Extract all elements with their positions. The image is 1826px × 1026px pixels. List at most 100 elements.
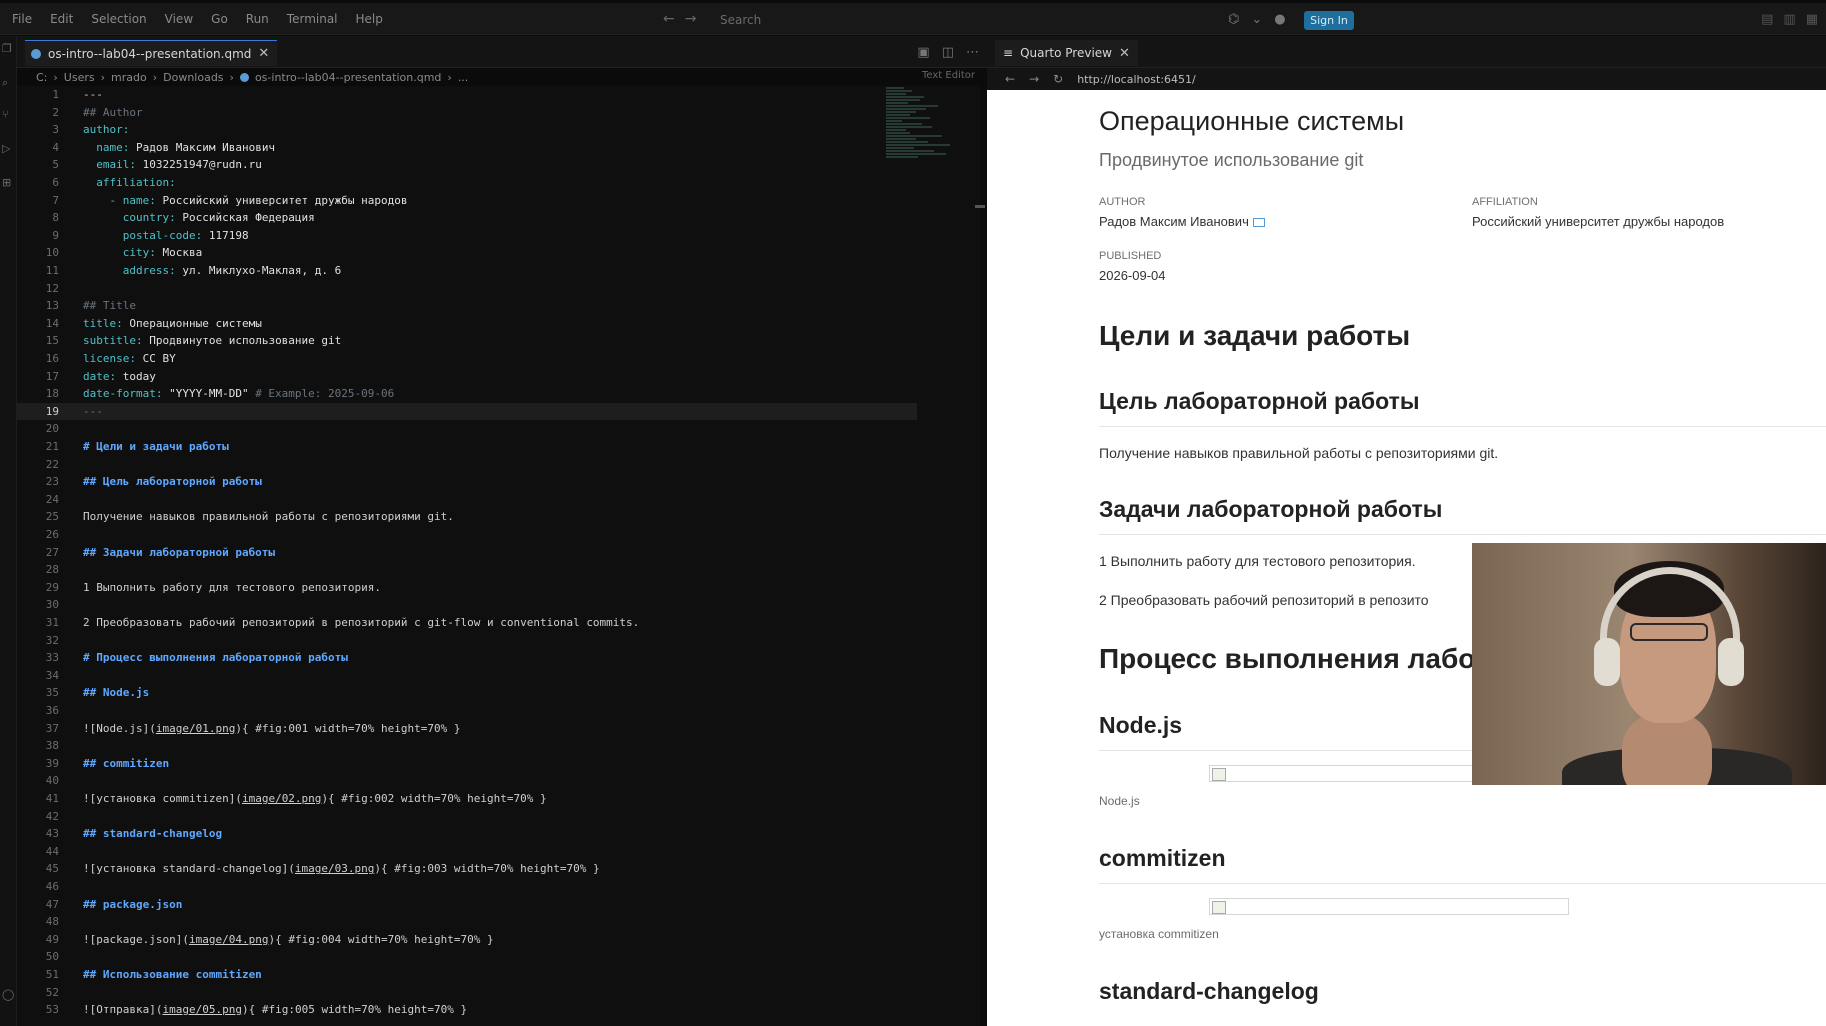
toggle-sidebar-icon[interactable]: ▤ bbox=[1761, 12, 1773, 27]
code-line[interactable]: 16 license: CC BY bbox=[17, 350, 917, 368]
code-line[interactable]: 44 bbox=[17, 843, 917, 861]
tab-quarto-preview[interactable]: ≡ Quarto Preview ✕ bbox=[995, 40, 1138, 66]
code-line[interactable]: 42 bbox=[17, 808, 917, 826]
code-line[interactable]: 23 ## Цель лабораторной работы bbox=[17, 473, 917, 491]
code-line[interactable]: 31 2 Преобразовать рабочий репозиторий в … bbox=[17, 614, 917, 632]
extensions-icon[interactable]: ⊞ bbox=[2, 176, 11, 189]
code-line[interactable]: 10 city: Москва bbox=[17, 244, 917, 262]
code-line[interactable]: 29 1 Выполнить работу для тестового репоз… bbox=[17, 579, 917, 597]
forward-arrow-icon[interactable]: → bbox=[1029, 72, 1039, 86]
toggle-panel-icon[interactable]: ▥ bbox=[1783, 12, 1795, 27]
code-line[interactable]: 9 postal-code: 117198 bbox=[17, 227, 917, 245]
code-line[interactable]: 19 --- bbox=[17, 402, 917, 421]
source-control-icon[interactable]: ⑂ bbox=[2, 108, 9, 121]
code-line[interactable]: 51 ## Использование commitizen bbox=[17, 966, 917, 984]
code-line[interactable]: 20 bbox=[17, 420, 917, 438]
customize-layout-icon[interactable]: ▦ bbox=[1806, 12, 1818, 27]
code-line[interactable]: 45 ![установка standard-changelog](image/… bbox=[17, 860, 917, 878]
code-line[interactable]: 50 bbox=[17, 948, 917, 966]
code-line[interactable]: 7 - name: Российский университет дружбы … bbox=[17, 192, 917, 210]
account-icon[interactable]: ◯ bbox=[2, 988, 14, 1001]
code-line[interactable]: 24 bbox=[17, 491, 917, 509]
menu-go[interactable]: Go bbox=[202, 12, 237, 26]
code-line[interactable]: 26 bbox=[17, 526, 917, 544]
code-line[interactable]: 11 address: ул. Миклухо-Маклая, д. 6 bbox=[17, 262, 917, 280]
breadcrumb-users[interactable]: Users bbox=[64, 71, 95, 84]
code-line[interactable]: 1 --- bbox=[17, 86, 917, 104]
breadcrumb-file[interactable]: os-intro--lab04--presentation.qmd bbox=[255, 71, 441, 84]
tab-presentation-qmd[interactable]: os-intro--lab04--presentation.qmd ✕ bbox=[25, 40, 278, 66]
editor-scrollbar[interactable] bbox=[975, 205, 985, 208]
code-line[interactable]: 18 date-format: "YYYY-MM-DD" # Example: 2… bbox=[17, 385, 917, 403]
code-line[interactable]: 2 ## Author bbox=[17, 104, 917, 122]
back-arrow-icon[interactable]: ← bbox=[1005, 72, 1015, 86]
code-line[interactable]: 14 title: Операционные системы bbox=[17, 315, 917, 333]
close-icon[interactable]: ✕ bbox=[1119, 46, 1130, 61]
chevron-down-icon[interactable]: ⌄ bbox=[1251, 12, 1262, 27]
code-line[interactable]: 37 ![Node.js](image/01.png){ #fig:001 wid… bbox=[17, 720, 917, 738]
menu-edit[interactable]: Edit bbox=[41, 12, 82, 26]
code-line[interactable]: 43 ## standard-changelog bbox=[17, 825, 917, 843]
menu-help[interactable]: Help bbox=[347, 12, 392, 26]
mail-icon[interactable] bbox=[1252, 218, 1265, 228]
code-line[interactable]: 32 bbox=[17, 632, 917, 650]
code-line[interactable]: 25 Получение навыков правильной работы с … bbox=[17, 508, 917, 526]
breadcrumb-downloads[interactable]: Downloads bbox=[163, 71, 223, 84]
code-line[interactable]: 33 # Процесс выполнения лабораторной рабо… bbox=[17, 649, 917, 667]
code-line[interactable]: 5 email: 1032251947@rudn.ru bbox=[17, 156, 917, 174]
code-line[interactable]: 41 ![установка commitizen](image/02.png){… bbox=[17, 790, 917, 808]
text-editor-label[interactable]: Text Editor bbox=[922, 70, 975, 81]
code-line[interactable]: 6 affiliation: bbox=[17, 174, 917, 192]
explorer-icon[interactable]: ❐ bbox=[2, 42, 12, 55]
run-debug-icon[interactable]: ▷ bbox=[2, 142, 10, 155]
breadcrumb-user[interactable]: mrado bbox=[111, 71, 147, 84]
code-line[interactable]: 3 author: bbox=[17, 121, 917, 139]
search-icon[interactable]: ⌕ bbox=[2, 76, 8, 90]
code-line[interactable]: 38 bbox=[17, 737, 917, 755]
close-icon[interactable]: ✕ bbox=[258, 46, 269, 61]
code-line[interactable]: 13 ## Title bbox=[17, 297, 917, 315]
code-line[interactable]: 39 ## commitizen bbox=[17, 755, 917, 773]
more-actions-icon[interactable]: ⋯ bbox=[966, 45, 979, 60]
menu-run[interactable]: Run bbox=[237, 12, 278, 26]
breadcrumb-symbol[interactable]: ... bbox=[458, 71, 469, 84]
webcam-overlay bbox=[1472, 543, 1826, 785]
code-line[interactable]: 21 # Цели и задачи работы bbox=[17, 438, 917, 456]
code-line[interactable]: 27 ## Задачи лабораторной работы bbox=[17, 544, 917, 562]
back-arrow-icon[interactable]: ← bbox=[663, 11, 675, 27]
menu-view[interactable]: View bbox=[156, 12, 202, 26]
code-line[interactable]: 46 bbox=[17, 878, 917, 896]
code-line[interactable]: 4 name: Радов Максим Иванович bbox=[17, 139, 917, 157]
menu-terminal[interactable]: Terminal bbox=[278, 12, 347, 26]
preview-icon[interactable]: ▣ bbox=[917, 45, 929, 60]
code-line[interactable]: 22 bbox=[17, 456, 917, 474]
code-line[interactable]: 28 bbox=[17, 561, 917, 579]
code-line[interactable]: 15 subtitle: Продвинутое использование gi… bbox=[17, 332, 917, 350]
copilot-icon[interactable]: ⌬ bbox=[1228, 12, 1239, 27]
accounts-icon[interactable]: ● bbox=[1274, 12, 1285, 27]
code-line[interactable]: 53 ![Отправка](image/05.png){ #fig:005 wi… bbox=[17, 1001, 917, 1019]
code-line[interactable]: 47 ## package.json bbox=[17, 896, 917, 914]
code-line[interactable]: 8 country: Российская Федерация bbox=[17, 209, 917, 227]
code-line[interactable]: 49 ![package.json](image/04.png){ #fig:00… bbox=[17, 931, 917, 949]
breadcrumb-drive[interactable]: C: bbox=[36, 71, 47, 84]
code-line[interactable]: 35 ## Node.js bbox=[17, 684, 917, 702]
command-search-input[interactable]: Search bbox=[712, 10, 1172, 30]
reload-icon[interactable]: ↻ bbox=[1053, 72, 1063, 86]
code-line[interactable]: 40 bbox=[17, 772, 917, 790]
code-line[interactable]: 52 bbox=[17, 984, 917, 1002]
minimap[interactable] bbox=[886, 86, 956, 226]
code-line[interactable]: 17 date: today bbox=[17, 368, 917, 386]
code-line[interactable]: 34 bbox=[17, 667, 917, 685]
forward-arrow-icon[interactable]: → bbox=[685, 11, 697, 27]
menu-selection[interactable]: Selection bbox=[82, 12, 155, 26]
menu-file[interactable]: File bbox=[0, 12, 41, 26]
sign-in-button[interactable]: Sign In bbox=[1304, 11, 1354, 30]
code-line[interactable]: 36 bbox=[17, 702, 917, 720]
code-editor[interactable]: 1 --- 2 ## Author 3 author: 4 name: Радов Макс… bbox=[17, 86, 980, 1026]
url-field[interactable]: http://localhost:6451/ bbox=[1077, 73, 1195, 86]
code-line[interactable]: 12 bbox=[17, 280, 917, 298]
code-line[interactable]: 30 bbox=[17, 596, 917, 614]
code-line[interactable]: 48 bbox=[17, 913, 917, 931]
split-editor-icon[interactable]: ◫ bbox=[942, 45, 954, 60]
